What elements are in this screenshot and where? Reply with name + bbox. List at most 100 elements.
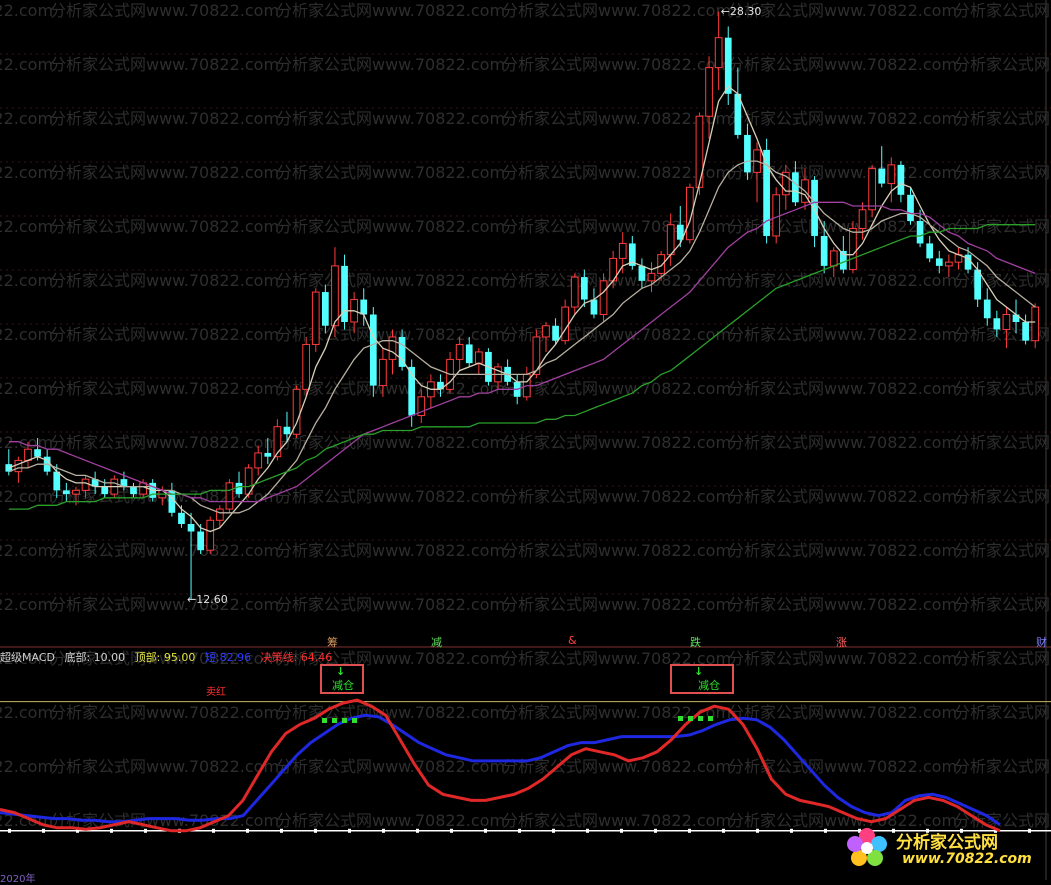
watermark-text: 分析家公式网www.70822.com	[276, 109, 505, 128]
watermark-text: 分析家公式网www.70822.com	[50, 271, 279, 290]
bottom-line-marker	[790, 828, 793, 833]
watermark-text: 分析家公式网www.70822.com	[276, 163, 505, 182]
candle-body	[666, 224, 675, 256]
watermark-text: 分析家公式网www.70822.com	[276, 271, 505, 290]
candle-body	[215, 508, 224, 521]
bottom-line-marker	[314, 828, 317, 833]
moving-average-line-4	[8, 224, 1036, 510]
candle-body	[197, 531, 205, 551]
bottom-line-marker	[212, 828, 215, 833]
candle-body	[820, 235, 828, 266]
watermark-text: 分析家公式网www.70822.com	[0, 1, 53, 20]
bottom-line-marker	[246, 828, 249, 833]
peak-signal-marker	[332, 718, 337, 723]
watermark-text: 分析家公式网www.70822.com	[728, 487, 957, 506]
candle-body	[638, 265, 646, 281]
candle-body	[139, 482, 147, 495]
candle-body	[647, 272, 656, 282]
bottom-line-marker	[518, 828, 521, 833]
candle-body	[187, 524, 195, 532]
watermark-text: 分析家公式网www.70822.com	[50, 541, 279, 560]
watermark-text: 分析家公式网www.70822.com	[502, 811, 731, 830]
watermark-text: 分析家公式网www.70822.com	[728, 595, 957, 614]
watermark-text: 分析家公式网www.70822.com	[276, 595, 505, 614]
bottom-line-marker	[42, 828, 45, 833]
watermark-text: 分析家公式网www.70822.com	[276, 217, 505, 236]
candle-body	[283, 426, 291, 435]
candle-body	[561, 306, 570, 342]
bottom-line-marker	[892, 828, 895, 833]
watermark-text: 分析家公式网www.70822.com	[502, 595, 731, 614]
watermark-text: 分析家公式网www.70822.com	[0, 217, 53, 236]
watermark-text: 分析家公式网www.70822.com	[502, 703, 731, 722]
watermark-text: 分析家公式网www.70822.com	[502, 433, 731, 452]
candle-body	[858, 209, 867, 229]
candle-body	[264, 452, 272, 457]
watermark-text: 分析家公式网www.70822.com	[502, 217, 731, 236]
watermark-text: 分析家公式网www.70822.com	[276, 649, 505, 668]
watermark-text: 分析家公式网www.70822.com	[954, 757, 1051, 776]
watermark-text: 分析家公式网www.70822.com	[728, 109, 957, 128]
candle-body	[849, 227, 857, 271]
bottom-line-marker	[144, 828, 147, 833]
watermark-text: 分析家公式网www.70822.com	[50, 325, 279, 344]
watermark-text: 分析家公式网www.70822.com	[50, 1, 279, 20]
watermark-text: 分析家公式网www.70822.com	[50, 109, 279, 128]
watermark-text: 分析家公式网www.70822.com	[728, 55, 957, 74]
watermark-text: 分析家公式网www.70822.com	[0, 379, 53, 398]
watermark-text: 分析家公式网www.70822.com	[954, 163, 1051, 182]
candle-body	[130, 486, 137, 495]
watermark-text: 分析家公式网www.70822.com	[728, 541, 957, 560]
candle-body	[887, 164, 896, 185]
candle-body	[1002, 314, 1011, 330]
watermark-text: 分析家公式网www.70822.com	[954, 1, 1051, 20]
watermark-text: 分析家公式网www.70822.com	[0, 271, 53, 290]
candle-body	[321, 292, 329, 326]
candle-body	[580, 277, 588, 300]
watermark-text: 分析家公式网www.70822.com	[276, 487, 505, 506]
bottom-line-marker	[348, 828, 351, 833]
candle-body	[552, 325, 559, 341]
watermark-text: 分析家公式网www.70822.com	[728, 325, 957, 344]
candle-body	[465, 344, 473, 364]
watermark-text: 分析家公式网www.70822.com	[276, 811, 505, 830]
candle-body	[81, 478, 90, 491]
watermark-text: 分析家公式网www.70822.com	[728, 271, 957, 290]
watermark-text: 分析家公式网www.70822.com	[0, 649, 53, 668]
watermark-text: 分析家公式网www.70822.com	[0, 109, 53, 128]
candle-body	[570, 276, 579, 308]
candle-body	[311, 291, 320, 345]
watermark-text: 分析家公式网www.70822.com	[0, 325, 53, 344]
watermark-text: 分析家公式网www.70822.com	[954, 595, 1051, 614]
peak-signal-marker	[342, 718, 347, 723]
candle-body	[1022, 322, 1029, 341]
watermark-text: 分析家公式网www.70822.com	[0, 703, 53, 722]
watermark-text: 分析家公式网www.70822.com	[954, 217, 1051, 236]
candle-body	[829, 250, 838, 267]
bottom-line-marker	[688, 828, 691, 833]
candle-body	[714, 37, 723, 69]
candle-body	[379, 358, 387, 387]
candle-body	[878, 168, 886, 184]
candle-body	[907, 194, 914, 221]
watermark-text: 分析家公式网www.70822.com	[728, 379, 957, 398]
watermark-text: 分析家公式网www.70822.com	[728, 433, 957, 452]
bottom-line-marker	[280, 828, 283, 833]
candle-body	[916, 220, 924, 244]
watermark-text: 分析家公式网www.70822.com	[50, 217, 279, 236]
watermark-text: 分析家公式网www.70822.com	[276, 541, 505, 560]
peak-signal-marker	[708, 716, 713, 721]
candle-body	[772, 194, 781, 237]
bottom-line-marker	[450, 828, 453, 833]
candle-body	[455, 343, 464, 360]
candle-body	[254, 452, 263, 469]
candle-body	[302, 343, 311, 390]
watermark-text: 分析家公式网www.70822.com	[0, 55, 53, 74]
bottom-line-marker	[654, 828, 657, 833]
peak-signal-marker	[322, 718, 327, 723]
bottom-line-marker	[8, 828, 11, 833]
candle-body	[542, 325, 550, 338]
watermark-text: 分析家公式网www.70822.com	[502, 541, 731, 560]
candle-body	[474, 351, 483, 364]
watermark-text: 分析家公式网www.70822.com	[502, 649, 731, 668]
